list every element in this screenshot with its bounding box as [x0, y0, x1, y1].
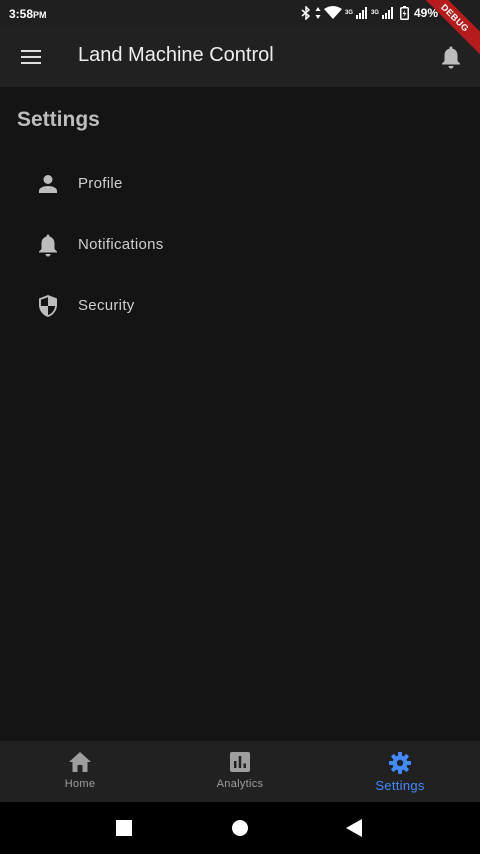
menu-icon [21, 50, 41, 64]
back-triangle-icon [346, 819, 362, 837]
data-arrows-icon [315, 7, 321, 19]
page-title: Settings [17, 108, 100, 131]
bell-icon [442, 46, 460, 69]
status-time-value: 3:58 [9, 7, 34, 21]
nav-label-home: Home [64, 778, 96, 790]
nav-label-analytics: Analytics [216, 778, 264, 790]
gear-icon [389, 752, 411, 774]
nav-label-settings: Settings [375, 778, 425, 793]
settings-item-security[interactable]: Security [0, 275, 480, 336]
status-time-ampm: PM [33, 10, 47, 20]
status-icons: 3G 3G 49% [300, 5, 438, 21]
analytics-icon [230, 752, 250, 772]
signal-icon-1 [355, 7, 367, 19]
back-button[interactable] [344, 818, 364, 838]
nav-item-home[interactable]: Home [0, 741, 160, 802]
status-time: 3:58PM [9, 7, 47, 21]
settings-item-profile[interactable]: Profile [0, 153, 480, 214]
menu-button[interactable] [12, 38, 50, 76]
network-type-2: 3G [370, 10, 379, 16]
settings-item-label: Notifications [78, 236, 164, 253]
settings-item-notifications[interactable]: Notifications [0, 214, 480, 275]
nav-item-analytics[interactable]: Analytics [160, 741, 320, 802]
recents-button[interactable] [114, 818, 134, 838]
settings-list: Profile Notifications Security [0, 153, 480, 336]
shield-icon [35, 293, 61, 319]
signal-icon-2 [381, 7, 393, 19]
app-title: Land Machine Control [78, 44, 274, 66]
nav-item-settings[interactable]: Settings [320, 741, 480, 802]
app-bar: Land Machine Control [0, 26, 480, 87]
battery-icon [399, 6, 409, 20]
wifi-icon [323, 6, 342, 19]
bluetooth-icon [301, 6, 311, 20]
person-icon [35, 171, 61, 197]
settings-item-label: Security [78, 297, 135, 314]
square-icon [116, 820, 132, 836]
bell-icon [35, 232, 61, 258]
home-icon [69, 752, 91, 772]
network-type-1: 3G [344, 10, 353, 16]
settings-item-label: Profile [78, 175, 123, 192]
circle-icon [232, 820, 248, 836]
home-system-button[interactable] [230, 818, 250, 838]
status-bar: 3:58PM 3G 3G 49% [0, 0, 480, 26]
bottom-nav: Home Analytics Settings [0, 741, 480, 802]
system-nav-bar [0, 802, 480, 854]
notifications-button[interactable] [432, 38, 470, 76]
